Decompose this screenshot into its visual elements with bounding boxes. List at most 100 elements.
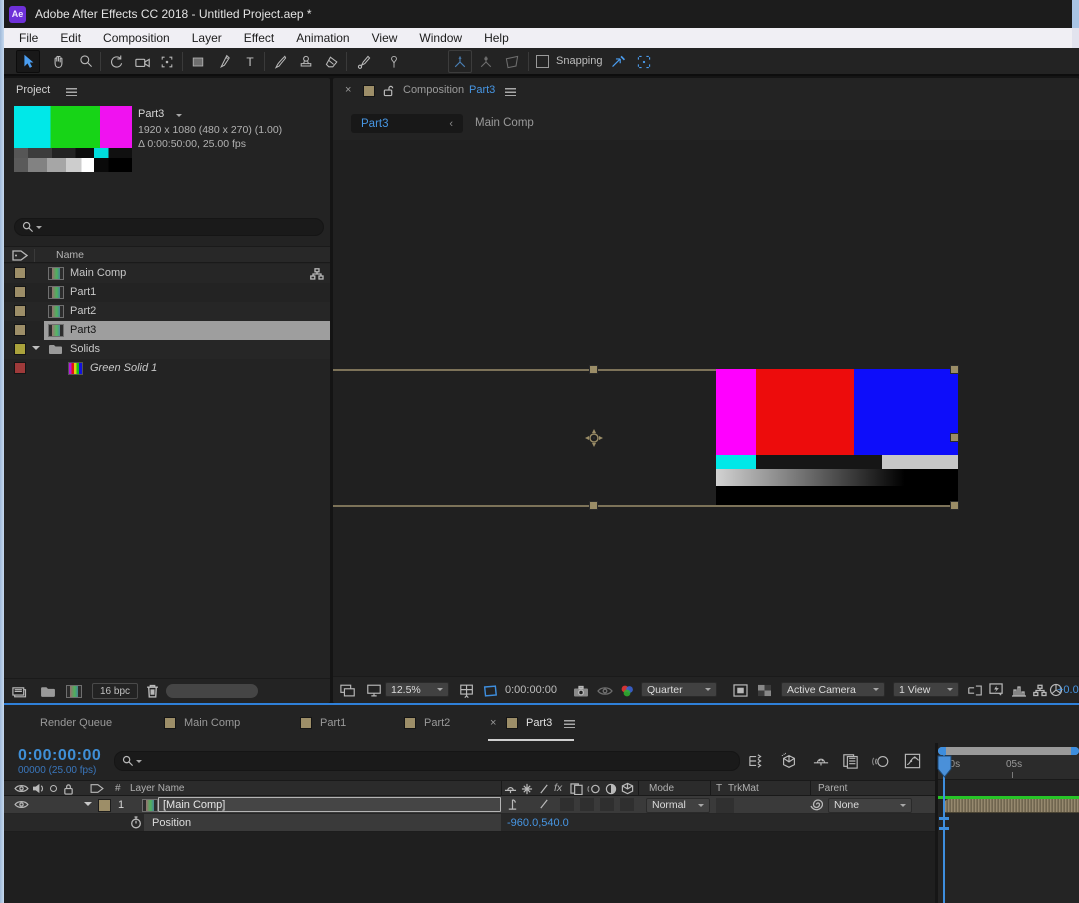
comp-label-swatch[interactable] — [363, 85, 375, 97]
layer-number-column[interactable]: # — [115, 783, 121, 794]
name-column-header[interactable]: Name — [56, 249, 84, 261]
mask-visibility-icon[interactable] — [482, 684, 498, 698]
tab-part2[interactable]: Part2 — [424, 717, 450, 729]
unlock-icon[interactable] — [383, 84, 394, 97]
parent-pickwhip-icon[interactable] — [810, 798, 823, 811]
anchor-point-icon[interactable] — [584, 428, 604, 448]
time-ruler[interactable]: 00s 05s — [938, 755, 1079, 780]
trkmat-cell[interactable] — [716, 797, 734, 813]
resolution-dropdown[interactable]: Quarter — [641, 682, 717, 697]
fx-column-icon[interactable]: fx — [554, 782, 562, 794]
menu-animation[interactable]: Animation — [285, 28, 360, 48]
label-color-column-icon[interactable] — [12, 249, 28, 262]
parent-column[interactable]: Parent — [818, 783, 847, 794]
layer-switch-cell[interactable] — [580, 798, 594, 811]
type-tool[interactable]: T — [238, 50, 262, 73]
always-preview-icon[interactable] — [340, 684, 356, 698]
adjustment-column-icon[interactable] — [605, 783, 617, 795]
view-count-dropdown[interactable]: 1 View — [893, 682, 959, 697]
search-options-chevron-icon[interactable] — [36, 225, 42, 232]
frame-blending-icon[interactable] — [842, 753, 859, 769]
interpret-footage-icon[interactable] — [12, 684, 30, 698]
magnification-dropdown[interactable]: 12.5% — [385, 682, 449, 697]
snapping-checkbox[interactable] — [536, 55, 549, 68]
motion-blur-column-icon[interactable] — [587, 783, 601, 795]
new-folder-icon[interactable] — [40, 685, 56, 698]
snapping-label[interactable]: Snapping — [556, 55, 603, 67]
rectangle-tool[interactable] — [186, 50, 210, 73]
trkmat-column[interactable]: TrkMat — [728, 783, 759, 794]
trash-icon[interactable] — [146, 684, 159, 698]
bbox-handle-mid-right[interactable] — [950, 433, 959, 442]
project-item-main-comp[interactable]: Main Comp — [4, 264, 330, 283]
work-area-start-handle[interactable] — [938, 747, 946, 755]
property-value[interactable]: -960.0,540.0 — [507, 817, 569, 829]
local-axis-mode-button[interactable] — [448, 50, 472, 73]
project-item-part3-selected[interactable]: Part3 — [4, 321, 330, 340]
solo-column-icon[interactable] — [50, 785, 57, 792]
world-axis-mode-button[interactable] — [474, 50, 498, 73]
property-name[interactable]: Position — [152, 817, 191, 829]
menu-edit[interactable]: Edit — [49, 28, 92, 48]
layer-switch-cell[interactable] — [620, 798, 634, 811]
view-axis-mode-button[interactable] — [500, 50, 524, 73]
work-area-navigator[interactable] — [938, 747, 1079, 755]
snap-options-icon[interactable] — [606, 50, 630, 73]
layer-switch-cell[interactable] — [560, 798, 574, 811]
layer-visibility-eye-icon[interactable] — [14, 799, 29, 810]
property-row-position[interactable]: Position -960.0,540.0 — [4, 814, 935, 832]
exposure-value[interactable]: +0.0 — [1057, 684, 1079, 696]
clone-stamp-tool[interactable] — [294, 50, 318, 73]
motion-blur-icon[interactable] — [872, 754, 890, 769]
tab-render-queue[interactable]: Render Queue — [40, 717, 112, 729]
transparency-grid-icon[interactable] — [757, 684, 772, 697]
threed-column-icon[interactable] — [621, 782, 634, 795]
draft-3d-icon[interactable] — [780, 752, 798, 770]
comp-layer-image[interactable] — [716, 369, 958, 505]
bbox-handle-bottom-right[interactable] — [950, 501, 959, 510]
project-item-part2[interactable]: Part2 — [4, 302, 330, 321]
view-layout-camera-dropdown[interactable]: Active Camera — [781, 682, 885, 697]
t-column[interactable]: T — [716, 783, 722, 794]
bit-depth-button[interactable]: 16 bpc — [92, 683, 138, 699]
preview-name-dropdown-icon[interactable] — [176, 114, 182, 120]
timeline-tab-menu-icon[interactable] — [564, 720, 575, 728]
selection-tool[interactable] — [16, 50, 40, 73]
zoom-tool[interactable] — [74, 50, 98, 73]
menu-window[interactable]: Window — [408, 28, 473, 48]
layer-duration-bar[interactable] — [944, 799, 1079, 813]
grid-guides-icon[interactable] — [459, 683, 475, 698]
bbox-handle-bottom-center[interactable] — [589, 501, 598, 510]
stopwatch-icon[interactable] — [130, 816, 142, 829]
label-column-icon[interactable] — [90, 783, 104, 794]
project-item-solids-folder[interactable]: Solids — [4, 340, 330, 359]
new-composition-icon[interactable] — [66, 685, 82, 698]
tab-part1[interactable]: Part1 — [320, 717, 346, 729]
region-of-interest-icon[interactable] — [733, 684, 748, 697]
layer-collapse-switch-icon[interactable] — [506, 798, 519, 811]
label-swatch[interactable] — [14, 343, 26, 355]
snapshot-camera-icon[interactable] — [573, 685, 589, 698]
tab-main-comp[interactable]: Main Comp — [184, 717, 240, 729]
comp-tab-close[interactable]: × — [345, 84, 351, 96]
tab-part3-close[interactable]: × — [490, 717, 496, 729]
layer-name-cell[interactable]: [Main Comp] — [158, 797, 501, 812]
audio-column-icon[interactable] — [32, 783, 45, 794]
project-panel-scrollbar[interactable] — [166, 684, 258, 698]
layer-quality-switch-icon[interactable] — [538, 798, 550, 810]
work-area-end-handle[interactable] — [1071, 747, 1079, 755]
camera-tool[interactable] — [131, 50, 155, 73]
eraser-tool[interactable] — [320, 50, 344, 73]
search-options-chevron-icon[interactable] — [136, 759, 142, 766]
composition-mini-flowchart-icon[interactable] — [748, 753, 766, 769]
collapse-column-icon[interactable] — [521, 783, 533, 795]
current-time-indicator[interactable] — [937, 755, 952, 779]
bbox-handle-top-center[interactable] — [589, 365, 598, 374]
comp-tab-comp-name[interactable]: Part3 — [469, 84, 495, 96]
mode-column[interactable]: Mode — [649, 783, 674, 794]
project-panel-title[interactable]: Project — [16, 84, 50, 96]
folder-expand-triangle-icon[interactable] — [32, 346, 40, 354]
layer-name-column[interactable]: Layer Name — [130, 783, 184, 794]
breadcrumb-parent[interactable]: Main Comp — [475, 117, 534, 129]
graph-editor-icon[interactable] — [904, 753, 921, 769]
